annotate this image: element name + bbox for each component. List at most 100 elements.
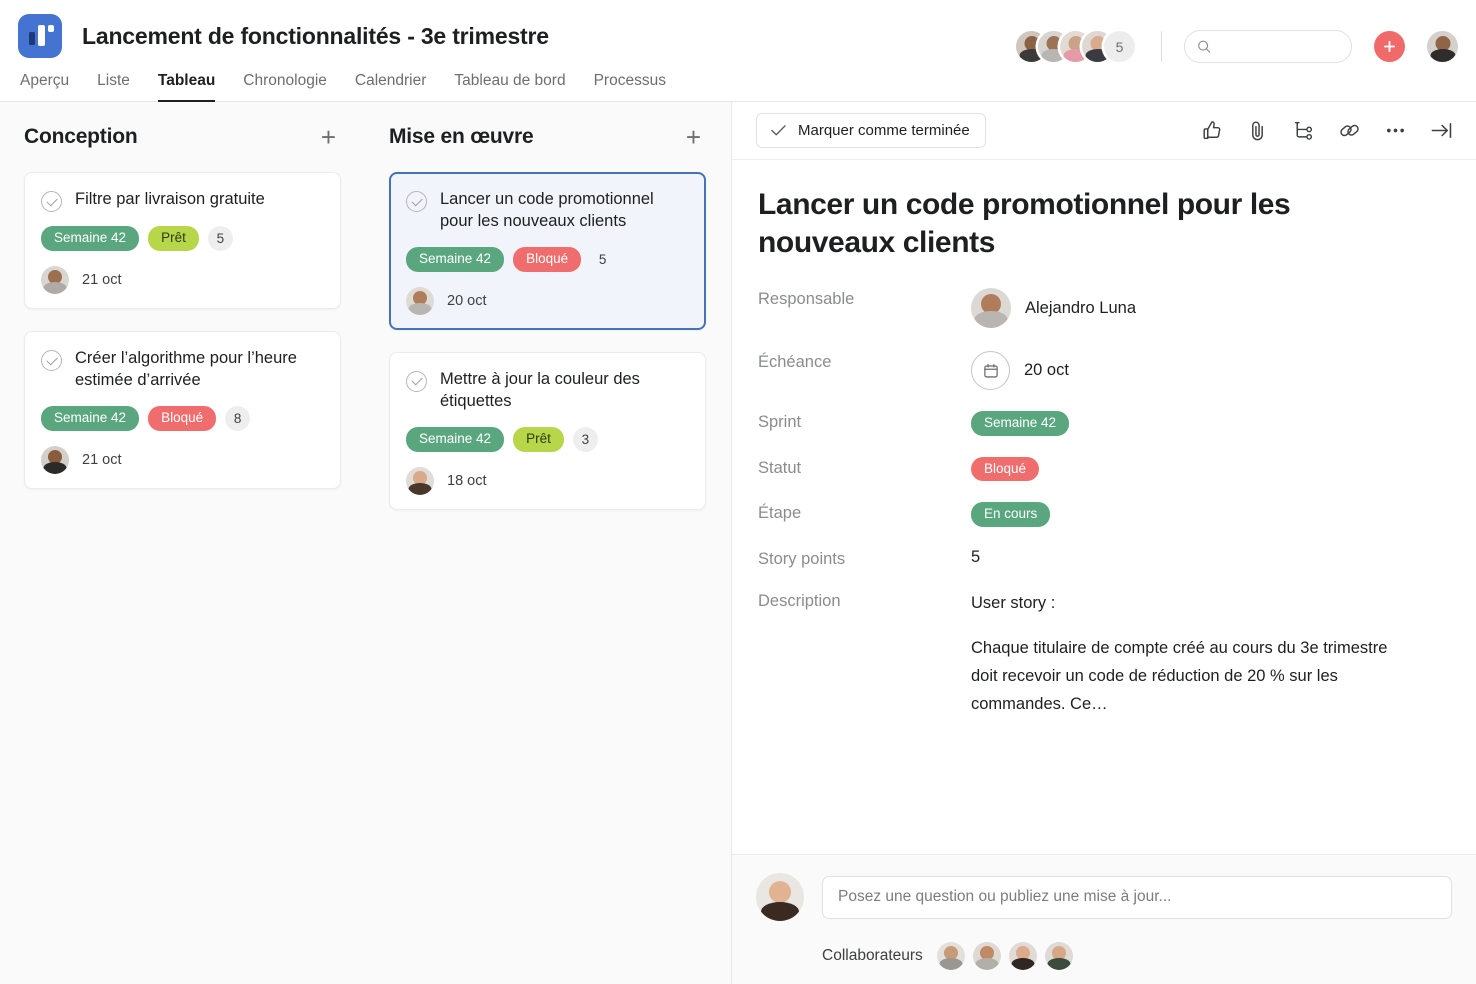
search-input[interactable] [1219,39,1339,54]
subtask-icon[interactable] [1291,118,1316,143]
stage-badge[interactable]: En cours [971,502,1051,527]
field-sprint: Sprint Semaine 42 [758,411,1446,436]
sprint-tag[interactable]: Semaine 42 [406,426,505,452]
page-title: Lancement de fonctionnalités - 3e trimes… [82,22,549,49]
tab-tableau[interactable]: Tableau [157,72,216,102]
tab-apercu[interactable]: Aperçu [20,72,69,102]
field-value-status[interactable]: Bloqué [971,456,1040,482]
add-card-icon[interactable]: + [318,124,339,150]
complete-check-icon[interactable] [41,191,62,212]
field-story-points: Story points 5 [758,548,1446,569]
task-title: Lancer un code promotionnel pour les nou… [758,188,1291,260]
mark-complete-button[interactable]: Marquer comme terminée [756,113,986,148]
link-icon[interactable] [1337,118,1362,143]
collapse-panel-icon[interactable] [1429,118,1454,143]
description-line-1: User story : [971,593,1056,612]
comment-input[interactable] [822,875,1452,919]
tab-chronologie[interactable]: Chronologie [243,72,327,102]
avatar[interactable] [971,288,1011,329]
card-due-date: 21 oct [82,272,122,288]
tab-tableau-de-bord[interactable]: Tableau de bord [454,72,565,102]
board-column-mise-en-oeuvre: Mise en œuvre + Lancer un code promotion… [365,124,730,984]
avatar[interactable] [972,942,1001,970]
card-meta: 20 oct [406,286,689,315]
search-box[interactable] [1184,30,1352,63]
field-label-story-points: Story points [758,549,846,568]
top-bar-right: 5 [1016,30,1458,63]
card-top: Filtre par livraison gratuite [41,189,324,212]
collaborators-label: Collaborateurs [822,947,923,964]
avatar[interactable] [1008,942,1037,970]
card-title: Créer l’algorithme pour l’heure estimée … [75,349,297,389]
story-points-badge: 8 [225,405,251,431]
thumbs-up-icon[interactable] [1199,118,1224,143]
status-badge[interactable]: Bloqué [971,456,1040,482]
field-value-due-date[interactable]: 20 oct [971,351,1069,391]
card-meta: 18 oct [406,466,689,495]
avatar[interactable] [406,466,434,495]
complete-check-icon[interactable] [406,370,427,392]
kanban-board: Conception + Filtre par livraison gratui… [0,102,731,984]
field-value-description[interactable]: User story : Chaque titulaire de compte … [971,590,1391,719]
field-label-assignee: Responsable [758,290,855,309]
field-due-date: Échéance 20 oct [758,351,1446,391]
add-card-icon[interactable]: + [683,124,704,150]
complete-check-icon[interactable] [406,191,427,212]
sprint-tag[interactable]: Semaine 42 [41,406,140,431]
avatar[interactable] [41,266,69,294]
card-tags: Semaine 42 Bloqué 8 [41,405,324,431]
sprint-tag[interactable]: Semaine 42 [406,247,505,272]
avatar[interactable] [936,942,965,970]
more-options-icon[interactable] [1383,118,1408,143]
task-detail-pane: Marquer comme terminée Lancer un code pr… [731,102,1476,984]
card-title: Mettre à jour la couleur des étiquettes [440,369,640,410]
field-value-story-points[interactable]: 5 [971,548,980,567]
field-label-due-date: Échéance [758,353,832,372]
status-tag[interactable]: Prêt [513,426,564,452]
card-top: Lancer un code promotionnel pour les nou… [406,189,689,233]
card-top: Créer l’algorithme pour l’heure estimée … [41,348,324,392]
card-title: Lancer un code promotionnel pour les nou… [440,190,654,230]
story-points-badge: 5 [598,251,607,267]
complete-check-icon[interactable] [41,350,62,371]
field-value-sprint[interactable]: Semaine 42 [971,411,1070,436]
sprint-tag[interactable]: Semaine 42 [971,411,1070,436]
sprint-tag[interactable]: Semaine 42 [41,226,140,251]
field-status: Statut Bloqué [758,456,1446,482]
member-count-badge[interactable]: 5 [1104,31,1135,62]
add-task-button[interactable] [1374,31,1405,62]
search-icon [1198,40,1211,53]
task-card[interactable]: Filtre par livraison gratuite Semaine 42… [24,172,341,309]
avatar[interactable] [406,286,434,315]
tab-processus[interactable]: Processus [594,72,666,102]
top-bar: Lancement de fonctionnalités - 3e trimes… [0,0,1476,102]
check-icon [771,125,786,136]
task-card[interactable]: Créer l’algorithme pour l’heure estimée … [24,331,341,489]
card-due-date: 18 oct [447,472,487,489]
tab-liste[interactable]: Liste [97,72,130,102]
task-card[interactable]: Mettre à jour la couleur des étiquettes … [389,351,706,510]
card-tags: Semaine 42 Bloqué 5 [406,247,689,272]
view-tabs: Aperçu Liste Tableau Chronologie Calendr… [0,58,1476,102]
due-date-value: 20 oct [1024,361,1069,380]
detail-toolbar-icons [1199,118,1454,143]
field-label-sprint: Sprint [758,413,802,432]
board-logo-icon [18,14,62,58]
paperclip-icon[interactable] [1245,118,1270,143]
status-tag[interactable]: Prêt [148,226,199,251]
status-tag[interactable]: Bloqué [148,406,217,431]
current-user-avatar[interactable] [1427,31,1458,62]
task-card-selected[interactable]: Lancer un code promotionnel pour les nou… [389,172,706,330]
tab-calendrier[interactable]: Calendrier [355,72,427,102]
avatar[interactable] [1044,942,1073,970]
current-user-avatar[interactable] [756,873,804,921]
field-value-assignee[interactable]: Alejandro Luna [971,288,1136,329]
field-description: Description User story : Chaque titulair… [758,590,1446,719]
member-avatar-stack[interactable]: 5 [1016,31,1135,62]
status-tag[interactable]: Bloqué [513,247,582,272]
calendar-icon [971,351,1010,391]
field-value-stage[interactable]: En cours [971,502,1051,527]
avatar[interactable] [41,445,69,474]
divider [1161,31,1162,62]
detail-body: Lancer un code promotionnel pour les nou… [732,160,1476,854]
